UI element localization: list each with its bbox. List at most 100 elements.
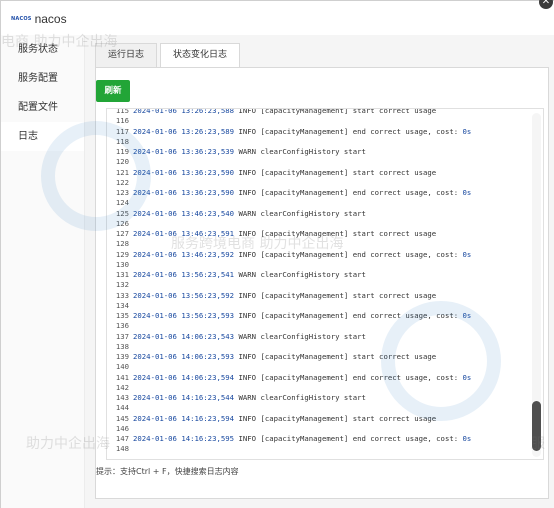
log-level: INFO (238, 167, 257, 177)
log-message: [capacityManagement] start correct usage (260, 413, 437, 423)
log-message: [capacityManagement] end correct usage, … (260, 311, 463, 320)
log-level: INFO (238, 108, 257, 115)
line-number: 139 (115, 352, 129, 361)
close-icon[interactable]: ✕ (539, 0, 553, 9)
log-scrollbar[interactable] (532, 113, 541, 457)
title-bar: NACOS nacos ✕ (1, 0, 554, 35)
log-level: WARN (238, 270, 257, 279)
log-level: INFO (238, 229, 257, 238)
log-timestamp: 2024-01-06 13:56:23,593 (133, 311, 235, 320)
log-line: 121 2024-01-06 13:36:23,590 INFO [capacit… (107, 168, 527, 178)
log-cost: 0s (462, 311, 472, 320)
line-number: 143 (115, 393, 129, 402)
sidebar-item-logs[interactable]: 日志 (1, 122, 84, 151)
log-tabs: 运行日志 状态变化日志 (95, 43, 243, 68)
log-message: clearConfigHistory start (260, 208, 366, 218)
line-number: 131 (115, 270, 129, 279)
line-number: 127 (115, 229, 129, 238)
log-level: WARN (238, 331, 257, 341)
log-level: INFO (238, 249, 257, 259)
log-message: clearConfigHistory start (260, 331, 366, 341)
scrollbar-thumb[interactable] (532, 401, 541, 451)
line-number: 135 (115, 311, 129, 320)
log-viewer[interactable]: 115 2024-01-06 13:26:23,588 INFO [capacit… (106, 108, 544, 460)
line-number: 128 (115, 239, 129, 249)
log-level: INFO (238, 372, 257, 382)
line-number: 148 (115, 444, 129, 454)
log-message: [capacityManagement] end correct usage, … (260, 434, 463, 443)
log-level: WARN (238, 393, 257, 402)
log-line: 147 2024-01-06 14:16:23,595 INFO [capacit… (107, 434, 527, 444)
log-timestamp: 2024-01-06 13:26:23,589 (133, 126, 235, 136)
log-message: [capacityManagement] start correct usage (260, 108, 437, 115)
log-timestamp: 2024-01-06 14:16:23,594 (133, 413, 235, 423)
log-level: WARN (238, 208, 257, 218)
log-level: WARN (238, 147, 257, 156)
log-line: 126 (107, 219, 527, 229)
line-number: 124 (115, 198, 129, 208)
log-line: 133 2024-01-06 13:56:23,592 INFO [capacit… (107, 291, 527, 301)
log-line: 125 2024-01-06 13:46:23,540 WARN clearCon… (107, 209, 527, 219)
log-timestamp: 2024-01-06 13:36:23,590 (133, 167, 235, 177)
sidebar-item-service-status[interactable]: 服务状态 (1, 35, 84, 64)
line-number: 129 (115, 249, 129, 259)
log-timestamp: 2024-01-06 13:46:23,540 (133, 208, 235, 218)
log-timestamp: 2024-01-06 13:56:23,541 (133, 270, 235, 279)
log-line: 144 (107, 403, 527, 413)
log-message: [capacityManagement] end correct usage, … (260, 372, 463, 382)
log-line: 131 2024-01-06 13:56:23,541 WARN clearCon… (107, 270, 527, 280)
log-message: [capacityManagement] end correct usage, … (260, 126, 463, 136)
log-line: 119 2024-01-06 13:36:23,539 WARN clearCon… (107, 147, 527, 157)
log-line: 140 (107, 362, 527, 372)
line-number: 138 (115, 341, 129, 351)
log-cost: 0s (462, 372, 472, 382)
log-line: 138 (107, 342, 527, 352)
refresh-button[interactable]: 刷新 (96, 80, 130, 102)
log-message: [capacityManagement] end correct usage, … (260, 249, 463, 259)
log-line: 127 2024-01-06 13:46:23,591 INFO [capacit… (107, 229, 527, 239)
log-line: 142 (107, 383, 527, 393)
line-number: 136 (115, 321, 129, 331)
log-timestamp: 2024-01-06 14:06:23,543 (133, 331, 235, 341)
log-line: 134 (107, 301, 527, 311)
line-number: 121 (115, 167, 129, 177)
log-timestamp: 2024-01-06 13:56:23,592 (133, 290, 235, 300)
log-panel: 刷新 115 2024-01-06 13:26:23,588 INFO [capa… (95, 67, 549, 499)
log-line: 122 (107, 178, 527, 188)
line-number: 123 (115, 188, 129, 197)
log-timestamp: 2024-01-06 13:26:23,588 (133, 108, 235, 115)
line-number: 117 (115, 126, 129, 136)
log-line: 129 2024-01-06 13:46:23,592 INFO [capacit… (107, 250, 527, 260)
log-cost: 0s (462, 188, 472, 197)
log-timestamp: 2024-01-06 14:06:23,594 (133, 372, 235, 382)
line-number: 144 (115, 403, 129, 413)
line-number: 119 (115, 147, 129, 156)
tab-status-change-log[interactable]: 状态变化日志 (160, 43, 241, 68)
nacos-logo: NACOS nacos (11, 12, 67, 26)
log-line: 143 2024-01-06 14:16:23,544 WARN clearCon… (107, 393, 527, 403)
line-number: 137 (115, 331, 129, 341)
log-line: 116 (107, 116, 527, 126)
log-message: [capacityManagement] start correct usage (260, 290, 437, 300)
log-message: [capacityManagement] start correct usage (260, 167, 437, 177)
log-line: 117 2024-01-06 13:26:23,589 INFO [capacit… (107, 127, 527, 137)
log-level: INFO (238, 188, 257, 197)
log-message: clearConfigHistory start (260, 147, 366, 156)
log-line: 135 2024-01-06 13:56:23,593 INFO [capacit… (107, 311, 527, 321)
sidebar-item-config-file[interactable]: 配置文件 (1, 93, 84, 122)
log-timestamp: 2024-01-06 14:06:23,593 (133, 352, 235, 361)
tab-runtime-log[interactable]: 运行日志 (95, 43, 158, 68)
log-line: 118 (107, 137, 527, 147)
log-timestamp: 2024-01-06 13:36:23,539 (133, 147, 235, 156)
sidebar-item-service-config[interactable]: 服务配置 (1, 64, 84, 93)
line-number: 126 (115, 218, 129, 228)
app-name: nacos (34, 12, 67, 26)
log-message: clearConfigHistory start (260, 270, 366, 279)
log-level: INFO (238, 434, 257, 443)
log-line: 132 (107, 280, 527, 290)
line-number: 115 (115, 108, 129, 115)
line-number: 134 (115, 300, 129, 310)
log-message: [capacityManagement] start correct usage (260, 352, 437, 361)
log-timestamp: 2024-01-06 13:46:23,591 (133, 229, 235, 238)
log-line: 148 (107, 444, 527, 454)
